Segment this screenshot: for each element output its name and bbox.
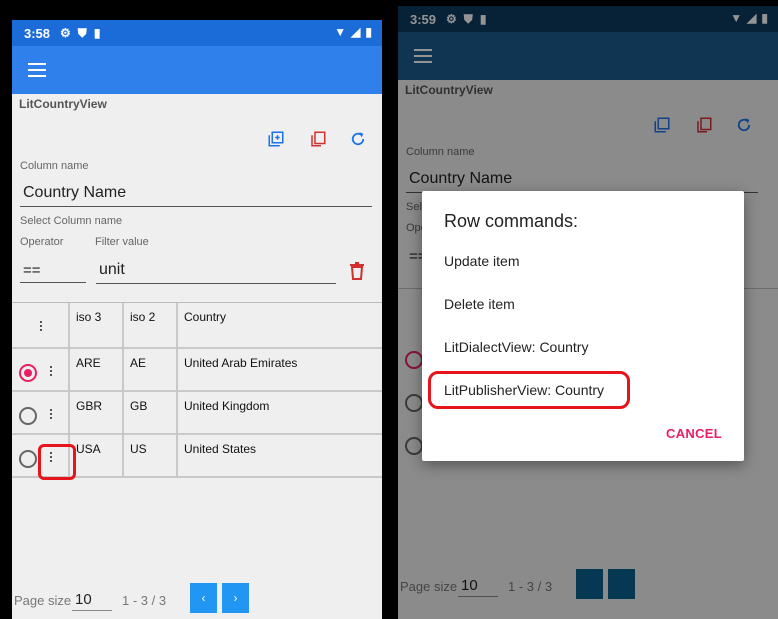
filter-value-underline — [96, 283, 336, 284]
header-more-icon[interactable] — [36, 321, 46, 335]
table-row[interactable]: GBR GB United Kingdom — [12, 392, 382, 435]
cell-iso3: ARE — [70, 349, 124, 390]
column-name-label: Column name — [20, 160, 89, 170]
view-title: LitCountryView — [19, 97, 107, 111]
page-range: 1 - 3 / 3 — [122, 593, 167, 608]
next-page-button[interactable]: › — [222, 583, 249, 613]
grid-header-row: iso 3 iso 2 Country — [12, 303, 382, 349]
cell-iso2: GB — [124, 392, 178, 433]
lit-publisher-view-option[interactable]: LitPublisherView: Country — [444, 382, 604, 398]
sim-card-icon: ▮ — [93, 26, 101, 40]
row-more-icon[interactable] — [46, 452, 56, 466]
cell-iso2: AE — [124, 349, 178, 390]
row-select-radio[interactable] — [19, 364, 37, 382]
page-size-label: Page size — [14, 593, 72, 608]
cell-iso2: US — [124, 435, 178, 476]
shield-icon: ⛊ — [77, 25, 87, 40]
delete-item-option[interactable]: Delete item — [444, 296, 515, 312]
app-bar — [12, 46, 382, 94]
column-name-helper: Select Column name — [20, 215, 123, 227]
cell-country: United Arab Emirates — [184, 356, 298, 370]
dialog-title: Row commands: — [444, 211, 579, 231]
column-name-input[interactable]: Country Name — [23, 184, 126, 202]
left-phone-screen: 3:58 ⚙ ⛊ ▮ ▼ ◢ ▮ LitCountryView Column n… — [12, 20, 382, 619]
status-bar: 3:58 ⚙ ⛊ ▮ ▼ ◢ ▮ — [12, 20, 382, 46]
operator-underline — [20, 282, 86, 283]
country-grid: iso 3 iso 2 Country ARE AE United Arab E… — [12, 302, 382, 478]
battery-icon: ▮ — [365, 25, 372, 39]
table-row[interactable]: USA US United States — [12, 435, 382, 478]
status-time: 3:58 — [24, 25, 51, 41]
page-size-underline — [72, 610, 112, 611]
settings-icon: ⚙ — [60, 26, 71, 40]
filter-value-input[interactable]: unit — [99, 261, 125, 279]
row-select-radio[interactable] — [19, 450, 37, 468]
operator-input[interactable]: == — [23, 262, 41, 279]
add-multiple-icon[interactable] — [267, 130, 285, 148]
wifi-icon: ▼ — [334, 25, 347, 39]
filter-value-label: Filter value — [95, 236, 149, 248]
delete-filter-icon[interactable] — [349, 262, 365, 280]
right-phone-screen: 3:59 ⚙ ⛊ ▮ ▼ ◢ ▮ LitCountryView Column n… — [398, 6, 778, 619]
cell-iso3: GBR — [70, 392, 124, 433]
table-row[interactable]: ARE AE United Arab Emirates — [12, 349, 382, 392]
cell-country: United States — [184, 442, 257, 456]
row-select-radio[interactable] — [19, 407, 37, 425]
update-item-option[interactable]: Update item — [444, 253, 519, 269]
signal-icon: ◢ — [351, 25, 361, 39]
column-header-country[interactable]: Country — [178, 303, 382, 347]
cell-iso3: USA — [70, 435, 124, 476]
column-name-underline — [20, 206, 372, 207]
lit-dialect-view-option[interactable]: LitDialectView: Country — [444, 339, 588, 355]
row-more-icon[interactable] — [46, 409, 56, 423]
prev-page-button[interactable]: ‹ — [190, 583, 217, 613]
operator-label: Operator — [20, 236, 64, 248]
page-size-select[interactable]: 10 — [75, 591, 92, 608]
menu-icon[interactable] — [28, 63, 46, 77]
cell-country: United Kingdom — [184, 399, 270, 413]
column-header-iso3[interactable]: iso 3 — [70, 303, 124, 347]
refresh-icon[interactable] — [349, 130, 367, 148]
copy-icon[interactable] — [309, 130, 327, 148]
row-more-icon[interactable] — [46, 366, 56, 380]
row-commands-dialog: Row commands: Update item Delete item Li… — [422, 191, 744, 461]
cancel-button[interactable]: CANCEL — [666, 426, 722, 441]
column-header-iso2[interactable]: iso 2 — [124, 303, 178, 347]
